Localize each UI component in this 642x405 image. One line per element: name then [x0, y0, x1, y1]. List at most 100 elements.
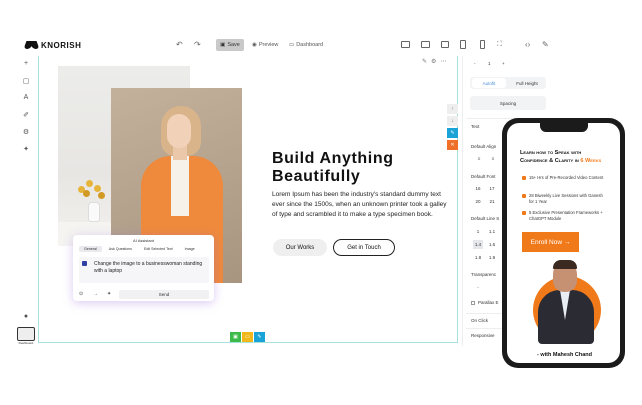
tablet-view-icon[interactable]	[460, 40, 466, 49]
text-icon[interactable]: A	[22, 94, 30, 101]
folder-icon: ▭	[289, 42, 295, 48]
full-height-option[interactable]: Full Height	[508, 78, 546, 88]
canvas-side-strip: ↑ ↓ ✎ ✕	[447, 104, 458, 152]
line-height-option[interactable]: 1.4	[473, 240, 483, 249]
spacing-button[interactable]: Spacing	[470, 96, 546, 110]
parallax-label: Parallax E	[478, 300, 499, 305]
wrench-icon[interactable]: ✎	[447, 128, 458, 138]
save-label: Save	[227, 42, 240, 48]
save-icon: ▣	[220, 42, 226, 48]
align-left-icon[interactable]: ≡	[474, 154, 484, 163]
font-size-option[interactable]: 20	[473, 197, 483, 206]
help-icon[interactable]: ●	[22, 313, 30, 320]
undo-icon[interactable]: ↶	[176, 39, 183, 51]
image-icon[interactable]: ▣	[230, 332, 241, 342]
settings-small-icon[interactable]: ⚙	[431, 59, 440, 65]
tool-icon[interactable]: ✎	[254, 332, 265, 342]
autofit-option[interactable]: Autofit	[472, 78, 506, 88]
rail-dashboard-label: Dashboard	[18, 341, 34, 345]
ai-assistant-popup: AI Assistant General Ask Questions Edit …	[73, 235, 214, 301]
dashboard-button[interactable]: ▭ Dashboard	[289, 39, 323, 51]
phone-headline-prefix: Learn how to Speak with Confidence & Cla…	[520, 150, 582, 164]
redo-icon[interactable]: ↷	[194, 39, 201, 51]
font-size-option[interactable]: 21	[487, 197, 497, 206]
font-size-option[interactable]: 16	[473, 184, 483, 193]
mobile-view-icon[interactable]	[480, 40, 485, 49]
plus-icon[interactable]: +	[22, 60, 30, 67]
check-icon	[522, 211, 526, 215]
preview-label: Preview	[258, 42, 279, 48]
on-click-label[interactable]: On Click	[471, 318, 488, 323]
settings-icon[interactable]: ⚙	[22, 128, 30, 136]
line-height-option[interactable]: 1.6	[487, 240, 497, 249]
sparkle-icon[interactable]: ✦	[22, 145, 30, 153]
edit-icon[interactable]: ✎	[542, 39, 549, 51]
fullscreen-icon[interactable]: ⛶	[497, 39, 502, 51]
enroll-now-button[interactable]: Enroll Now →	[522, 232, 579, 252]
eye-icon: ◉	[252, 42, 257, 48]
check-icon	[522, 176, 526, 180]
more-icon[interactable]: ⋯	[440, 59, 450, 65]
dashboard-label: Dashboard	[296, 42, 324, 48]
font-size-option[interactable]: 17	[487, 184, 497, 193]
pencil-icon[interactable]: ✎	[422, 59, 431, 65]
preview-button[interactable]: ◉ Preview	[252, 39, 278, 51]
default-line-label: Default Line S	[471, 216, 500, 221]
our-works-button[interactable]: Our Works	[273, 239, 327, 256]
brand-mark-icon	[25, 41, 38, 49]
layers-icon[interactable]: ▢	[22, 77, 30, 85]
top-minus[interactable]: -	[474, 61, 476, 66]
line-height-option[interactable]: 1	[473, 227, 483, 236]
align-center-icon[interactable]: ≡	[488, 154, 498, 163]
folder-mini-icon[interactable]: ▭	[242, 332, 253, 342]
phone-notch	[540, 123, 588, 132]
move-up-icon[interactable]: ↑	[447, 104, 458, 114]
responsive-label[interactable]: Responsive	[471, 333, 495, 338]
ai-tab-ask-questions[interactable]: Ask Questions	[104, 246, 137, 252]
ai-tabs: General Ask Questions Edit Selected Text…	[79, 246, 200, 252]
code-icon[interactable]: ‹›	[525, 39, 530, 51]
send-button[interactable]: Send	[119, 290, 209, 299]
top-toolbar: KNORISH ↶ ↷ ▣ Save ◉ Preview ▭ Dashboard…	[0, 36, 560, 54]
check-icon	[522, 194, 526, 198]
flowers-decor	[74, 180, 110, 204]
dashboard-thumbnail-icon[interactable]	[17, 327, 35, 341]
hero-title[interactable]: Build Anything Beautifully	[272, 150, 452, 186]
ai-assistant-title: AI Assistant	[133, 238, 154, 243]
pen-icon[interactable]: ✐	[22, 111, 30, 119]
phone-bullet: 5 Exclusive Presentation Frameworks + Ch…	[522, 210, 604, 221]
arrow-icon[interactable]: →	[93, 291, 98, 297]
presenter-name: - with Mahesh Chand	[537, 352, 592, 358]
laptop-view-icon[interactable]	[421, 41, 430, 48]
ai-tab-general[interactable]: General	[79, 246, 102, 252]
line-height-option[interactable]: 1.1	[487, 227, 497, 236]
top-plus[interactable]: +	[502, 61, 505, 66]
desktop-view-icon[interactable]	[401, 41, 410, 48]
text-section-label: Text	[471, 124, 480, 129]
get-in-touch-button[interactable]: Get in Touch	[333, 239, 395, 256]
default-font-label: Default Font	[471, 174, 496, 179]
sparkle-small-icon[interactable]: ✦	[107, 291, 111, 297]
line-height-option[interactable]: 1.8	[473, 253, 483, 262]
save-button[interactable]: ▣ Save	[216, 39, 244, 51]
phone-headline[interactable]: Learn how to Speak with Confidence & Cla…	[520, 150, 608, 165]
move-down-icon[interactable]: ↓	[447, 116, 458, 126]
brand-logo[interactable]: KNORISH	[25, 36, 81, 54]
transparency-minus[interactable]: -	[473, 283, 483, 292]
tablet-landscape-view-icon[interactable]	[441, 41, 449, 48]
default-align-label: Default Align	[471, 144, 497, 149]
line-height-option[interactable]: 1.9	[487, 253, 497, 262]
section-mini-buttons: ▣ ▭ ✎	[230, 332, 265, 342]
ai-tab-edit-selected-text[interactable]: Edit Selected Text	[139, 246, 178, 252]
phone-bullet: 28 Biweekly Live Sessions with Ganesh fo…	[522, 193, 604, 204]
attach-icon[interactable]: ⊙	[79, 291, 83, 297]
presenter-hair	[553, 260, 577, 269]
delete-icon[interactable]: ✕	[447, 140, 458, 150]
ai-prompt-input[interactable]: Change the image to a businesswoman stan…	[79, 257, 209, 283]
ai-tab-image[interactable]: Image	[180, 246, 200, 252]
section-tools[interactable]: ✎⚙⋯	[422, 58, 450, 65]
top-value[interactable]: 1	[488, 61, 491, 66]
parallax-checkbox[interactable]	[471, 301, 475, 305]
vase-decor	[88, 202, 100, 222]
hero-body[interactable]: Lorem Ipsum has been the industry's stan…	[272, 190, 452, 220]
